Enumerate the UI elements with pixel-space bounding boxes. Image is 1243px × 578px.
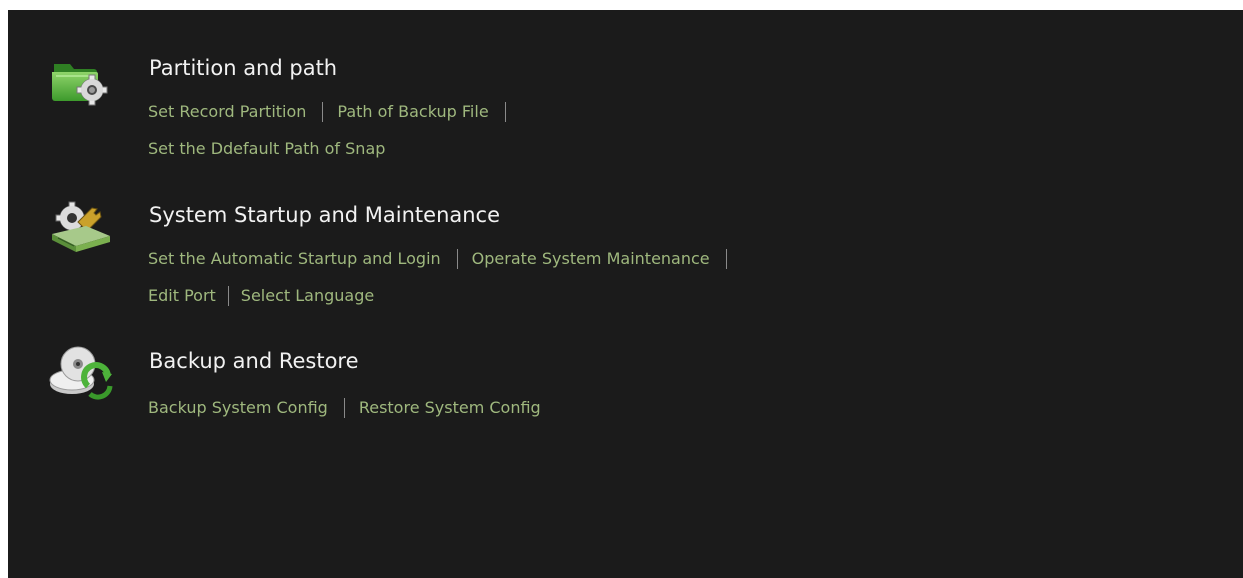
set-automatic-startup-and-login-link[interactable]: Set the Automatic Startup and Login [148,247,441,271]
link-separator [227,285,229,306]
edit-port-link[interactable]: Edit Port [148,284,216,308]
link-row: Set the Automatic Startup and Login Opera… [148,247,741,271]
link-separator [725,248,727,269]
link-separator [343,397,345,418]
disc-restore-icon [48,342,113,406]
select-language-link[interactable]: Select Language [241,284,374,308]
backup-system-config-link[interactable]: Backup System Config [148,396,328,420]
settings-panel: Partition and path Set Record Partition P… [8,10,1243,578]
operate-system-maintenance-link[interactable]: Operate System Maintenance [472,247,710,271]
section-title: Backup and Restore [149,349,359,373]
gear-wrench-icon [48,196,112,260]
set-default-path-of-snap-link[interactable]: Set the Ddefault Path of Snap [148,137,385,161]
link-row: Backup System Config Restore System Confi… [148,396,541,420]
link-row: Edit Port Select Language [148,284,374,308]
path-of-backup-file-link[interactable]: Path of Backup File [337,100,488,124]
set-record-partition-link[interactable]: Set Record Partition [148,100,306,124]
section-title: System Startup and Maintenance [149,203,501,227]
folder-gear-icon [48,50,112,114]
section-title: Partition and path [149,56,338,80]
link-separator [322,101,324,122]
link-separator [456,248,458,269]
link-separator [504,101,506,122]
link-row: Set Record Partition Path of Backup File [148,100,520,124]
restore-system-config-link[interactable]: Restore System Config [359,396,541,420]
link-row: Set the Ddefault Path of Snap [148,137,385,161]
